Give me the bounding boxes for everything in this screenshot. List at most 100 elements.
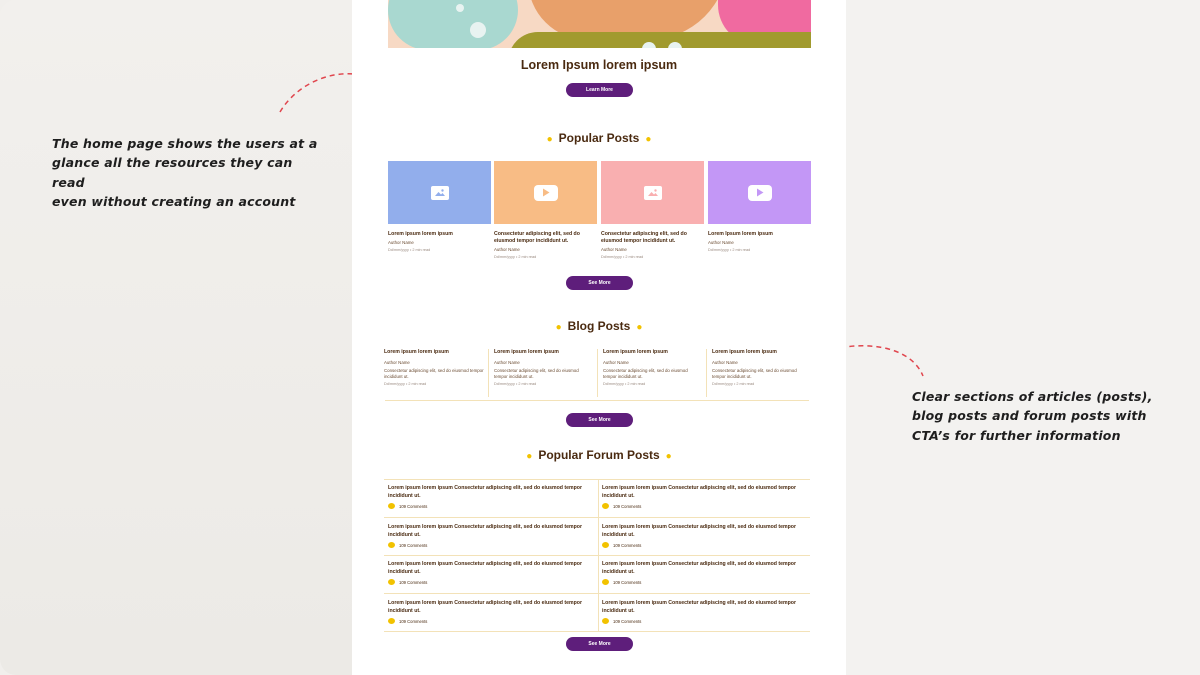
divider [384, 593, 810, 594]
post-title[interactable]: Consectetur adipiscing elit, sed do eius… [601, 231, 704, 245]
forum-post-title[interactable]: Lorem ipsum lorem ipsum Consectetur adip… [388, 485, 598, 500]
post-meta: Dd/mm/yyyy • 2 min read [388, 248, 431, 253]
post-meta: Dd/mm/yyyy • 2 min read [601, 255, 644, 260]
forum-post-item[interactable]: Lorem ipsum lorem ipsum Consectetur adip… [388, 485, 598, 510]
comment-icon [388, 542, 395, 549]
hero-dot [456, 4, 464, 12]
post-title[interactable]: Consectetur adipiscing elit, sed do eius… [494, 231, 597, 245]
annotation-right-line-2: blog posts and forum posts with [912, 408, 1147, 424]
forum-post-item[interactable]: Lorem ipsum lorem ipsum Consectetur adip… [602, 600, 812, 625]
presentation-right-panel [846, 0, 1200, 675]
comment-icon [388, 579, 395, 586]
forum-post-item[interactable]: Lorem ipsum lorem ipsum Consectetur adip… [388, 524, 598, 549]
forum-post-item[interactable]: Lorem ipsum lorem ipsum Consectetur adip… [602, 485, 812, 510]
blog-post-item[interactable]: Lorem ipsum lorem ipsum Author Name Cons… [384, 349, 488, 397]
forum-post-item[interactable]: Lorem ipsum lorem ipsum Consectetur adip… [602, 561, 812, 586]
post-thumbnail[interactable] [601, 161, 704, 224]
blog-post-title[interactable]: Lorem ipsum lorem ipsum [712, 349, 806, 355]
blog-post-desc: Consectetur adipiscing elit, sed do eius… [384, 368, 484, 380]
blog-post-author: Author Name [494, 360, 520, 365]
forum-post-comments[interactable]: 109 Comments [602, 542, 812, 549]
forum-post-title[interactable]: Lorem ipsum lorem ipsum Consectetur adip… [602, 524, 812, 539]
forum-post-comments[interactable]: 109 Comments [388, 503, 598, 510]
forum-post-comments[interactable]: 109 Comments [388, 618, 598, 625]
popular-posts-see-more-button[interactable]: See More [566, 276, 633, 290]
forum-post-comments[interactable]: 109 Comments [602, 579, 812, 586]
blog-post-author: Author Name [603, 360, 629, 365]
comment-icon [388, 503, 395, 510]
post-thumbnail[interactable] [388, 161, 491, 224]
play-icon [747, 184, 772, 201]
post-title[interactable]: Lorem ipsum lorem ipsum [388, 231, 491, 238]
blog-post-title[interactable]: Lorem ipsum lorem ipsum [494, 349, 588, 355]
divider [385, 400, 809, 401]
post-meta: Dd/mm/yyyy • 2 min read [494, 255, 537, 260]
post-author: Author Name [708, 240, 734, 246]
forum-post-title[interactable]: Lorem ipsum lorem ipsum Consectetur adip… [388, 600, 598, 615]
blog-post-item[interactable]: Lorem ipsum lorem ipsum Author Name Cons… [706, 349, 810, 397]
blog-post-desc: Consectetur adipiscing elit, sed do eius… [712, 368, 797, 380]
forum-post-comments[interactable]: 109 Comments [602, 618, 812, 625]
blog-post-meta: Dd/mm/yyyy • 2 min read [712, 382, 755, 387]
post-author: Author Name [388, 240, 414, 246]
post-author: Author Name [494, 247, 520, 253]
hero-illustration [388, 0, 811, 48]
blog-post-item[interactable]: Lorem ipsum lorem ipsum Author Name Cons… [488, 349, 592, 397]
post-meta: Dd/mm/yyyy • 2 min read [708, 248, 751, 253]
post-title[interactable]: Lorem Ipsum lorem ipsum [708, 231, 811, 238]
comment-icon [602, 542, 609, 549]
forum-post-comments[interactable]: 109 Comments [602, 503, 812, 510]
forum-post-title[interactable]: Lorem ipsum lorem ipsum Consectetur adip… [602, 600, 812, 615]
bullet-icon: ● [526, 451, 533, 462]
comment-icon [602, 503, 609, 510]
blog-post-title[interactable]: Lorem ipsum lorem ipsum [384, 349, 484, 355]
annotation-left-line-3: even without creating an account [52, 194, 296, 210]
forum-post-title[interactable]: Lorem ipsum lorem ipsum Consectetur adip… [388, 561, 598, 576]
forum-post-item[interactable]: Lorem ipsum lorem ipsum Consectetur adip… [388, 561, 598, 586]
post-thumbnail[interactable] [494, 161, 597, 224]
divider [384, 479, 810, 480]
blog-post-meta: Dd/mm/yyyy • 2 min read [603, 382, 646, 387]
comment-icon [602, 579, 609, 586]
bullet-icon: ● [555, 322, 562, 333]
blog-posts-heading: ● Blog Posts ● [555, 319, 643, 333]
learn-more-button[interactable]: Learn More [566, 83, 633, 97]
image-icon [430, 185, 449, 200]
forum-posts-see-more-button[interactable]: See More [566, 637, 633, 651]
forum-post-title[interactable]: Lorem ipsum lorem ipsum Consectetur adip… [602, 561, 812, 576]
post-thumbnail[interactable] [708, 161, 811, 224]
forum-post-title[interactable]: Lorem ipsum lorem ipsum Consectetur adip… [602, 485, 812, 500]
divider [384, 517, 810, 518]
forum-post-title[interactable]: Lorem ipsum lorem ipsum Consectetur adip… [388, 524, 598, 539]
annotation-left-line-1: The home page shows the users at a [52, 136, 318, 151]
post-card[interactable]: Consectetur adipiscing elit, sed do eius… [601, 161, 704, 259]
blog-post-author: Author Name [712, 360, 738, 365]
blog-post-title[interactable]: Lorem ipsum lorem ipsum [603, 349, 697, 355]
forum-posts-heading: ● Popular Forum Posts ● [526, 448, 672, 462]
bullet-icon: ● [665, 451, 672, 462]
blog-post-desc: Consectetur adipiscing elit, sed do eius… [603, 368, 688, 380]
divider [384, 555, 810, 556]
blog-posts-see-more-button[interactable]: See More [566, 413, 633, 427]
annotation-right-line-3: CTA’s for further information [912, 427, 1121, 443]
divider [384, 631, 810, 632]
annotation-left-line-2: glance all the resources they can read [52, 155, 293, 190]
bullet-icon: ● [636, 322, 643, 333]
hero-blob [388, 0, 518, 48]
post-card[interactable]: Lorem ipsum lorem ipsum Author Name Dd/m… [388, 161, 491, 252]
forum-post-comments[interactable]: 109 Comments [388, 579, 598, 586]
hero-title: Lorem Ipsum lorem ipsum [520, 58, 678, 72]
blog-post-meta: Dd/mm/yyyy • 2 min read [384, 382, 427, 387]
play-icon [533, 184, 558, 201]
blog-post-item[interactable]: Lorem ipsum lorem ipsum Author Name Cons… [597, 349, 701, 397]
forum-post-comments[interactable]: 109 Comments [388, 542, 598, 549]
popular-posts-heading: ● Popular Posts ● [546, 131, 652, 145]
home-page-mockup: Lorem Ipsum lorem ipsum Learn More ● Popu… [352, 0, 846, 675]
post-card[interactable]: Consectetur adipiscing elit, sed do eius… [494, 161, 597, 259]
forum-post-item[interactable]: Lorem ipsum lorem ipsum Consectetur adip… [602, 524, 812, 549]
forum-post-item[interactable]: Lorem ipsum lorem ipsum Consectetur adip… [388, 600, 598, 625]
annotation-left: The home page shows the users at a glanc… [52, 134, 322, 212]
blog-post-meta: Dd/mm/yyyy • 2 min read [494, 382, 537, 387]
comment-icon [602, 618, 609, 625]
post-card[interactable]: Lorem Ipsum lorem ipsum Author Name Dd/m… [708, 161, 811, 252]
